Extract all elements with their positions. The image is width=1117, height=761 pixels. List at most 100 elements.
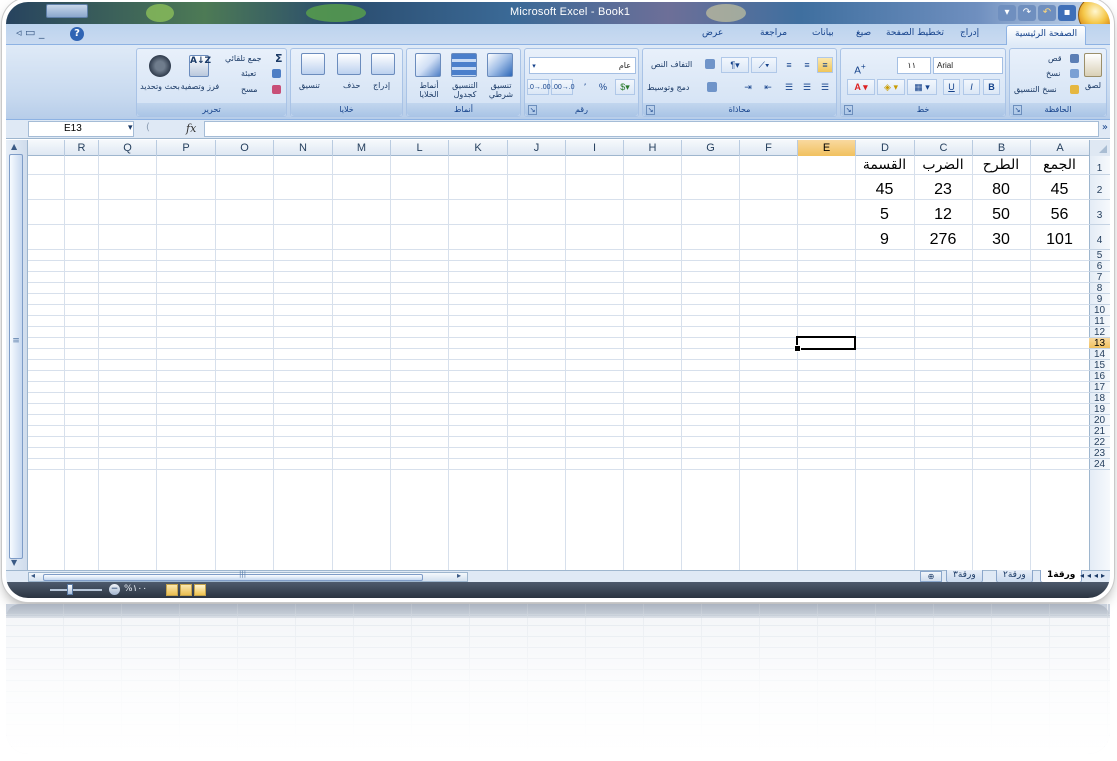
align-middle-icon[interactable]: ≡ xyxy=(799,57,815,73)
increase-decimal-icon[interactable]: .0→.00 xyxy=(527,79,551,95)
tab-data[interactable]: بيانات xyxy=(812,28,834,38)
number-format-dropdown-icon[interactable]: ▾ xyxy=(529,58,539,74)
row-header-7[interactable]: 7 xyxy=(1089,272,1110,283)
text-direction-icon[interactable]: ¶▾ xyxy=(721,57,749,73)
cell-c1[interactable]: الضرب xyxy=(914,157,972,174)
fill-button[interactable]: تعبئة xyxy=(241,69,256,78)
format-painter-button[interactable]: نسخ التنسيق xyxy=(1014,85,1057,94)
formula-cancel-icon[interactable]: ( xyxy=(146,122,150,133)
cell-b2[interactable]: 80 xyxy=(972,178,1030,201)
dialog-launcher-icon[interactable]: ↘ xyxy=(1013,105,1022,115)
tab-formulas[interactable]: صيغ xyxy=(856,28,871,38)
row-header-9[interactable]: 9 xyxy=(1089,294,1110,305)
column-header-o[interactable]: O xyxy=(215,140,273,156)
select-all-corner[interactable] xyxy=(1089,140,1110,156)
row-header-1[interactable]: 1 xyxy=(1089,156,1110,175)
column-header-k[interactable]: K xyxy=(448,140,507,156)
column-header-n[interactable]: N xyxy=(273,140,332,156)
row-header-23[interactable]: 23 xyxy=(1089,448,1110,459)
row-header-8[interactable]: 8 xyxy=(1089,283,1110,294)
window-mini-controls[interactable]: ◃ ▭ _ xyxy=(16,26,44,39)
cell-c2[interactable]: 23 xyxy=(914,178,972,201)
insert-cells-label[interactable]: إدراج xyxy=(373,81,390,90)
number-format-box[interactable]: عام xyxy=(529,57,636,74)
row-header-12[interactable]: 12 xyxy=(1089,327,1110,338)
font-name-box[interactable]: Arial xyxy=(933,57,1003,74)
underline-button[interactable]: U xyxy=(943,79,960,95)
format-cells-label[interactable]: تنسيق xyxy=(299,81,320,90)
vertical-scrollbar[interactable]: ▲ ≡ ▼ xyxy=(6,140,28,570)
name-box[interactable]: E13 xyxy=(28,121,134,137)
row-header-10[interactable]: 10 xyxy=(1089,305,1110,316)
scroll-down-icon[interactable]: ▼ xyxy=(11,558,17,567)
expand-formula-bar-icon[interactable]: » xyxy=(1102,122,1108,133)
column-header-g[interactable]: G xyxy=(681,140,739,156)
dialog-launcher-icon[interactable]: ↘ xyxy=(646,105,655,115)
cell-a3[interactable]: 56 xyxy=(1030,203,1089,226)
copy-button[interactable]: نسخ xyxy=(1046,69,1061,78)
column-header-r[interactable]: R xyxy=(64,140,98,156)
cell-a4[interactable]: 101 xyxy=(1030,228,1089,251)
column-header-i[interactable]: I xyxy=(565,140,623,156)
row-header-4[interactable]: 4 xyxy=(1089,225,1110,250)
tab-home[interactable]: الصفحة الرئيسية xyxy=(1006,25,1087,46)
vertical-scroll-thumb[interactable] xyxy=(9,154,23,559)
active-cell[interactable] xyxy=(794,336,856,352)
bold-button[interactable]: B xyxy=(983,79,1000,95)
cut-button[interactable]: قص xyxy=(1048,54,1062,63)
accounting-format-icon[interactable]: $▾ xyxy=(615,79,635,95)
decrease-decimal-icon[interactable]: .00→.0 xyxy=(551,79,575,95)
row-header-5[interactable]: 5 xyxy=(1089,250,1110,261)
font-color-icon[interactable]: A ▾ xyxy=(847,79,875,95)
tab-insert[interactable]: إدراج xyxy=(960,28,979,38)
row-header-17[interactable]: 17 xyxy=(1089,382,1110,393)
cell-d3[interactable]: 5 xyxy=(855,203,914,226)
zoom-out-icon[interactable]: − xyxy=(109,584,120,595)
tab-page-layout[interactable]: تخطيط الصفحة xyxy=(886,28,944,38)
row-header-24[interactable]: 24 xyxy=(1089,459,1110,470)
zoom-slider[interactable] xyxy=(50,589,102,591)
name-box-dropdown-icon[interactable]: ▾ xyxy=(128,123,133,133)
italic-button[interactable]: I xyxy=(963,79,980,95)
delete-cells-icon[interactable] xyxy=(337,53,361,75)
row-header-21[interactable]: 21 xyxy=(1089,426,1110,437)
column-header-l[interactable]: L xyxy=(390,140,448,156)
cell-d1[interactable]: القسمة xyxy=(855,157,914,174)
paste-label[interactable]: لصق xyxy=(1085,81,1101,90)
column-header-d[interactable]: D xyxy=(855,140,914,156)
tab-view[interactable]: عرض xyxy=(702,28,723,38)
cell-c4[interactable]: 276 xyxy=(914,228,972,251)
row-header-11[interactable]: 11 xyxy=(1089,316,1110,327)
row-header-2[interactable]: 2 xyxy=(1089,175,1110,200)
row-header-14[interactable]: 14 xyxy=(1089,349,1110,360)
align-left-icon[interactable]: ☰ xyxy=(817,79,833,95)
autosum-button[interactable]: جمع تلقائي xyxy=(225,54,262,63)
horizontal-scrollbar[interactable]: ◂ ||| ▸ xyxy=(28,570,468,582)
customize-qat-icon[interactable]: ▾ xyxy=(998,4,1016,21)
borders-icon[interactable]: ▦ ▾ xyxy=(907,79,937,95)
scroll-up-icon[interactable]: ▲ xyxy=(11,142,17,151)
row-header-19[interactable]: 19 xyxy=(1089,404,1110,415)
cell-a2[interactable]: 45 xyxy=(1030,178,1089,201)
cell-a1[interactable]: الجمع xyxy=(1030,157,1089,174)
align-center-icon[interactable]: ☰ xyxy=(799,79,815,95)
column-header-j[interactable]: J xyxy=(507,140,565,156)
find-select-label[interactable]: بحث وتحديد xyxy=(139,82,181,91)
row-header-6[interactable]: 6 xyxy=(1089,261,1110,272)
formula-input[interactable] xyxy=(204,121,1099,137)
column-header-a[interactable]: A xyxy=(1030,140,1089,156)
page-layout-view-icon[interactable] xyxy=(180,584,192,596)
wrap-text-button[interactable]: التفاف النص xyxy=(651,60,692,69)
row-header-3[interactable]: 3 xyxy=(1089,200,1110,225)
sort-filter-label[interactable]: فرز وتصفية xyxy=(179,82,221,91)
horizontal-scroll-thumb[interactable] xyxy=(43,574,423,581)
percent-style-button[interactable]: % xyxy=(595,79,611,95)
row-header-16[interactable]: 16 xyxy=(1089,371,1110,382)
paste-icon[interactable] xyxy=(1084,53,1102,77)
undo-icon[interactable]: ↶ xyxy=(1038,4,1056,21)
column-header-e[interactable]: E xyxy=(797,140,855,156)
row-header-13[interactable]: 13 xyxy=(1089,338,1110,349)
cell-d2[interactable]: 45 xyxy=(855,178,914,201)
column-header-h[interactable]: H xyxy=(623,140,681,156)
column-header-b[interactable]: B xyxy=(972,140,1030,156)
